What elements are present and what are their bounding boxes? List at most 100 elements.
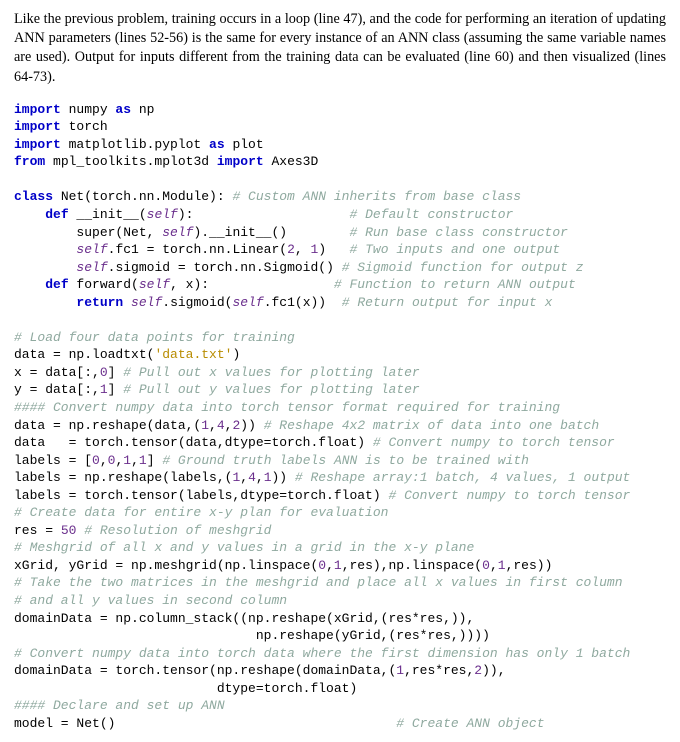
text: labels = torch.tensor(labels,dtype=torch… — [14, 488, 388, 503]
num: 2 — [474, 663, 482, 678]
text: .fc1 = torch.nn.Linear( — [108, 242, 287, 257]
comment: # Resolution of meshgrid — [84, 523, 271, 538]
indent — [14, 277, 45, 292]
text: np — [131, 102, 154, 117]
text: __init__( — [69, 207, 147, 222]
comment: # Convert numpy data into torch data whe… — [14, 646, 630, 661]
text: .sigmoid( — [162, 295, 232, 310]
text: , — [490, 558, 498, 573]
text: plot — [225, 137, 264, 152]
num: 1 — [334, 558, 342, 573]
text: ).__init__() — [193, 225, 287, 240]
text: model = Net() — [14, 716, 115, 731]
text: ) — [318, 242, 326, 257]
text — [123, 295, 131, 310]
kw-import: import — [14, 119, 61, 134]
text: forward( — [69, 277, 139, 292]
comment: # Pull out y values for plotting later — [123, 382, 419, 397]
text: ,res*res, — [404, 663, 474, 678]
comment: # Function to return ANN output — [334, 277, 576, 292]
intro-paragraph: Like the previous problem, training occu… — [14, 10, 666, 87]
text: )) — [272, 470, 295, 485]
comment: # Meshgrid of all x and y values in a gr… — [14, 540, 474, 555]
self: self — [76, 242, 107, 257]
kw-as: as — [115, 102, 131, 117]
num: 1 — [396, 663, 404, 678]
text: , x): — [170, 277, 209, 292]
comment: # Create data for entire x-y plan for ev… — [14, 505, 388, 520]
num: 0 — [92, 453, 100, 468]
text: )), — [482, 663, 505, 678]
comment: #### Convert numpy data into torch tenso… — [14, 400, 560, 415]
text: , — [295, 242, 311, 257]
text: res = — [14, 523, 61, 538]
self: self — [76, 260, 107, 275]
comment: # Reshape 4x2 matrix of data into one ba… — [264, 418, 599, 433]
text: domainData = torch.tensor(np.reshape(dom… — [14, 663, 396, 678]
comment: # Two inputs and one output — [350, 242, 561, 257]
string: 'data.txt' — [154, 347, 232, 362]
num: 1 — [100, 382, 108, 397]
comment: # Load four data points for training — [14, 330, 295, 345]
text: , — [256, 470, 264, 485]
num: 2 — [287, 242, 295, 257]
pad — [287, 225, 349, 240]
num: 4 — [217, 418, 225, 433]
text: mpl_toolkits.mplot3d — [45, 154, 217, 169]
num: 0 — [100, 365, 108, 380]
self: self — [139, 277, 170, 292]
pad — [115, 716, 396, 731]
text: labels = np.reshape(labels,( — [14, 470, 232, 485]
text: ] — [108, 365, 124, 380]
kw-as: as — [209, 137, 225, 152]
comment: # Take the two matrices in the meshgrid … — [14, 575, 623, 590]
indent — [14, 242, 76, 257]
self: self — [147, 207, 178, 222]
text: dtype=torch.float) — [14, 681, 357, 696]
kw-import: import — [217, 154, 264, 169]
kw-def: def — [45, 277, 68, 292]
text: xGrid, yGrid = np.meshgrid(np.linspace( — [14, 558, 318, 573]
kw-import: import — [14, 137, 61, 152]
comment: # Run base class constructor — [350, 225, 568, 240]
text: x = data[:, — [14, 365, 100, 380]
comment: # Ground truth labels ANN is to be train… — [162, 453, 529, 468]
text: ) — [232, 347, 240, 362]
text: .fc1(x)) — [264, 295, 326, 310]
kw-from: from — [14, 154, 45, 169]
kw-def: def — [45, 207, 68, 222]
text: np.reshape(yGrid,(res*res,)))) — [14, 628, 490, 643]
indent — [14, 207, 45, 222]
text: y = data[:, — [14, 382, 100, 397]
kw-class: class — [14, 189, 53, 204]
kw-import: import — [14, 102, 61, 117]
text: Axes3D — [264, 154, 319, 169]
comment: # Custom ANN inherits from base class — [232, 189, 521, 204]
text: , — [209, 418, 217, 433]
num: 50 — [61, 523, 77, 538]
kw-return: return — [76, 295, 123, 310]
text: super(Net, — [14, 225, 162, 240]
num: 1 — [498, 558, 506, 573]
comment: # Sigmoid function for output z — [342, 260, 584, 275]
self: self — [162, 225, 193, 240]
comment: # Return output for input x — [342, 295, 553, 310]
text: labels = [ — [14, 453, 92, 468]
text: )) — [240, 418, 263, 433]
comment: #### Declare and set up ANN — [14, 698, 225, 713]
pad — [193, 207, 349, 222]
text: data = np.loadtxt( — [14, 347, 154, 362]
text: data = torch.tensor(data,dtype=torch.flo… — [14, 435, 373, 450]
comment: # Convert numpy to torch tensor — [388, 488, 630, 503]
comment: # Reshape array:1 batch, 4 values, 1 out… — [295, 470, 630, 485]
text: , — [326, 558, 334, 573]
text: numpy — [61, 102, 116, 117]
comment: # Default constructor — [350, 207, 514, 222]
text: ,res),np.linspace( — [342, 558, 482, 573]
text: ] — [108, 382, 124, 397]
self: self — [131, 295, 162, 310]
code-block: import numpy as np import torch import m… — [14, 101, 666, 733]
num: 1 — [201, 418, 209, 433]
num: 1 — [139, 453, 147, 468]
text: , — [131, 453, 139, 468]
